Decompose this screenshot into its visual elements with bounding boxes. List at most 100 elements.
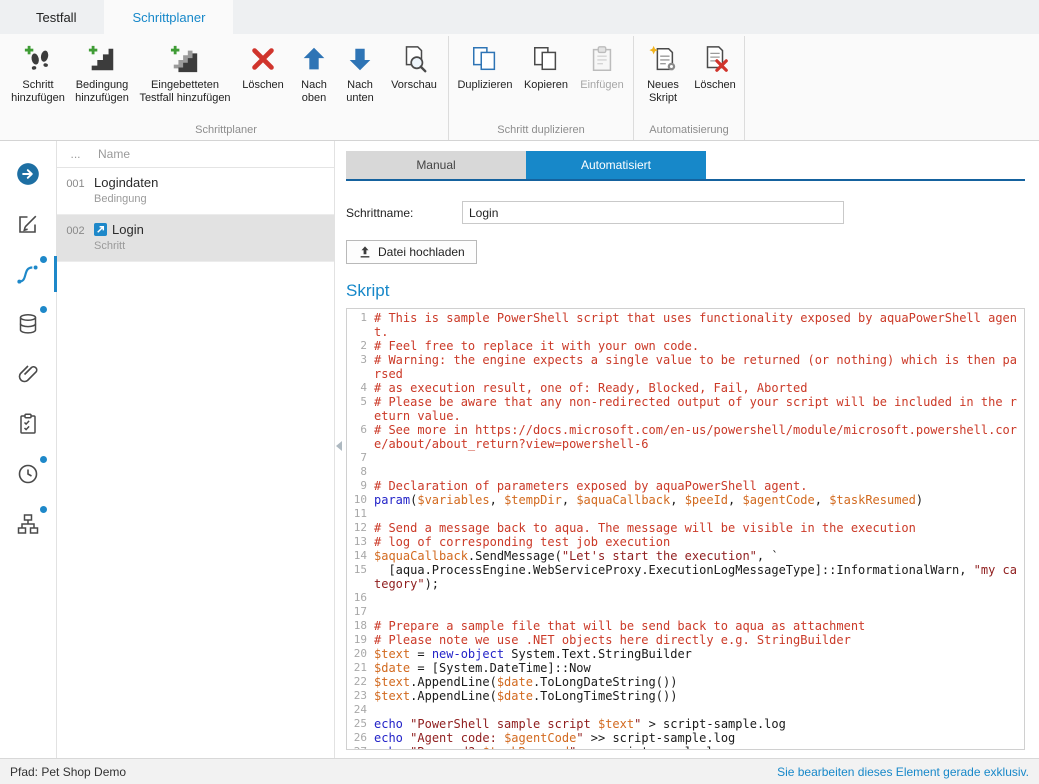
add-embedded-testcase-button[interactable]: Eingebetteten Testfall hinzufügen [135,36,235,121]
tab-automatisiert[interactable]: Automatisiert [526,151,706,179]
script-editor[interactable]: 1# This is sample PowerShell script that… [346,308,1025,750]
step-row-main: Login Schritt [94,222,334,252]
step-number: 002 [57,222,94,252]
steps-list-panel: ... Name 001 Logindaten Bedingung 002 Lo… [57,141,335,758]
ribbon-group-schrittplaner: Schritt hinzufügen Bedingung hinzufügen … [4,36,449,140]
edit-icon[interactable] [13,209,43,239]
add-condition-label: Bedingung hinzufügen [69,79,135,105]
footprints-add-icon [23,43,53,75]
skript-heading: Skript [346,281,1025,301]
step-number: 001 [57,175,94,205]
database-icon[interactable] [13,309,43,339]
code-line: 19# Please note we use .NET objects here… [347,633,1024,647]
code-line: 6# See more in https://docs.microsoft.co… [347,423,1024,451]
step-title-text: Login [112,222,144,237]
delete-step-label: Löschen [242,79,284,92]
arrow-down-icon [345,43,375,75]
copy-pages-icon [531,43,561,75]
schrittname-row: Schrittname: [346,201,1025,224]
step-subtitle: Bedingung [94,193,334,205]
ribbon-group-buttons: Schritt hinzufügen Bedingung hinzufügen … [7,36,445,121]
delete-x-icon [248,43,278,75]
status-bar: Pfad: Pet Shop Demo Sie bearbeiten diese… [0,758,1039,784]
document-tabbar: Testfall Schrittplaner [0,0,1039,34]
automated-step-icon [94,223,107,236]
step-row-logindaten[interactable]: 001 Logindaten Bedingung [57,168,334,215]
code-line: 4# as execution result, one of: Ready, B… [347,381,1024,395]
delete-script-icon [700,43,730,75]
delete-script-button[interactable]: Löschen [689,36,741,121]
code-line: 22$text.AppendLine($date.ToLongDateStrin… [347,675,1024,689]
code-line: 9# Declaration of parameters exposed by … [347,479,1024,493]
code-line: 18# Prepare a sample file that will be s… [347,619,1024,633]
attachments-paperclip-icon[interactable] [13,359,43,389]
code-line: 2# Feel free to replace it with your own… [347,339,1024,353]
code-line: 13# log of corresponding test job execut… [347,535,1024,549]
collapse-panel-icon[interactable] [336,441,342,451]
move-down-label: Nach unten [337,79,383,105]
content-area: ... Name 001 Logindaten Bedingung 002 Lo… [0,141,1039,758]
tab-manual[interactable]: Manual [346,151,526,179]
code-line: 25echo "PowerShell sample script $text" … [347,717,1024,731]
step-subtitle: Schritt [94,240,334,252]
code-line: 20$text = new-object System.Text.StringB… [347,647,1024,661]
code-line: 5# Please be aware that any non-redirect… [347,395,1024,423]
notification-dot [40,256,47,263]
navigate-forward-icon[interactable] [13,159,43,189]
code-line: 24 [347,703,1024,717]
copy-label: Kopieren [524,79,568,92]
move-up-button[interactable]: Nach oben [291,36,337,121]
code-line: 23$text.AppendLine($date.ToLongTimeStrin… [347,689,1024,703]
history-clock-icon[interactable] [13,459,43,489]
add-step-label: Schritt hinzufügen [7,79,69,105]
panel-splitter[interactable] [335,141,344,758]
add-step-button[interactable]: Schritt hinzufügen [7,36,69,121]
upload-file-button[interactable]: Datei hochladen [346,240,477,264]
paste-clipboard-icon [587,43,617,75]
ribbon-group-buttons: Neues Skript Löschen [637,36,741,121]
code-line: 14$aquaCallback.SendMessage("Let's start… [347,549,1024,563]
add-embedded-testcase-label: Eingebetteten Testfall hinzufügen [135,79,235,105]
hierarchy-sitemap-icon[interactable] [13,509,43,539]
tab-schrittplaner[interactable]: Schrittplaner [104,0,233,34]
code-lines: 1# This is sample PowerShell script that… [347,311,1024,750]
ribbon: Schritt hinzufügen Bedingung hinzufügen … [0,34,1039,141]
move-down-button[interactable]: Nach unten [337,36,383,121]
code-line: 8 [347,465,1024,479]
code-line: 1# This is sample PowerShell script that… [347,311,1024,339]
copy-button[interactable]: Kopieren [518,36,574,121]
status-path: Pfad: Pet Shop Demo [10,765,126,779]
duplicate-button[interactable]: Duplizieren [452,36,518,121]
preview-label: Vorschau [391,79,437,92]
ribbon-group-label-duplizieren: Schritt duplizieren [452,121,630,140]
duplicate-pages-icon [470,43,500,75]
add-condition-button[interactable]: Bedingung hinzufügen [69,36,135,121]
ribbon-group-duplizieren: Duplizieren Kopieren Einfügen Schritt du… [449,36,634,140]
code-line: 17 [347,605,1024,619]
paste-label: Einfügen [580,79,623,92]
schrittname-label: Schrittname: [346,206,462,220]
tab-testfall[interactable]: Testfall [8,0,104,34]
ribbon-group-automatisierung: Neues Skript Löschen Automatisierung [634,36,745,140]
code-line: 11 [347,507,1024,521]
checklist-icon[interactable] [13,409,43,439]
step-planner-icon[interactable] [13,259,43,289]
paste-button[interactable]: Einfügen [574,36,630,121]
schrittname-input[interactable] [462,201,844,224]
code-line: 7 [347,451,1024,465]
new-script-button[interactable]: Neues Skript [637,36,689,121]
notification-dot [40,506,47,513]
ribbon-group-label-schrittplaner: Schrittplaner [7,121,445,140]
delete-step-button[interactable]: Löschen [235,36,291,121]
code-line: 16 [347,591,1024,605]
notification-dot [40,456,47,463]
step-row-main: Logindaten Bedingung [94,175,334,205]
column-header-name[interactable]: Name [94,147,130,161]
code-line: 10param($variables, $tempDir, $aquaCallb… [347,493,1024,507]
column-header-dots[interactable]: ... [57,147,94,161]
code-line: 21$date = [System.DateTime]::Now [347,661,1024,675]
preview-button[interactable]: Vorschau [383,36,445,121]
step-title: Login [94,222,334,237]
step-row-login[interactable]: 002 Login Schritt [57,215,334,262]
code-line: 3# Warning: the engine expects a single … [347,353,1024,381]
